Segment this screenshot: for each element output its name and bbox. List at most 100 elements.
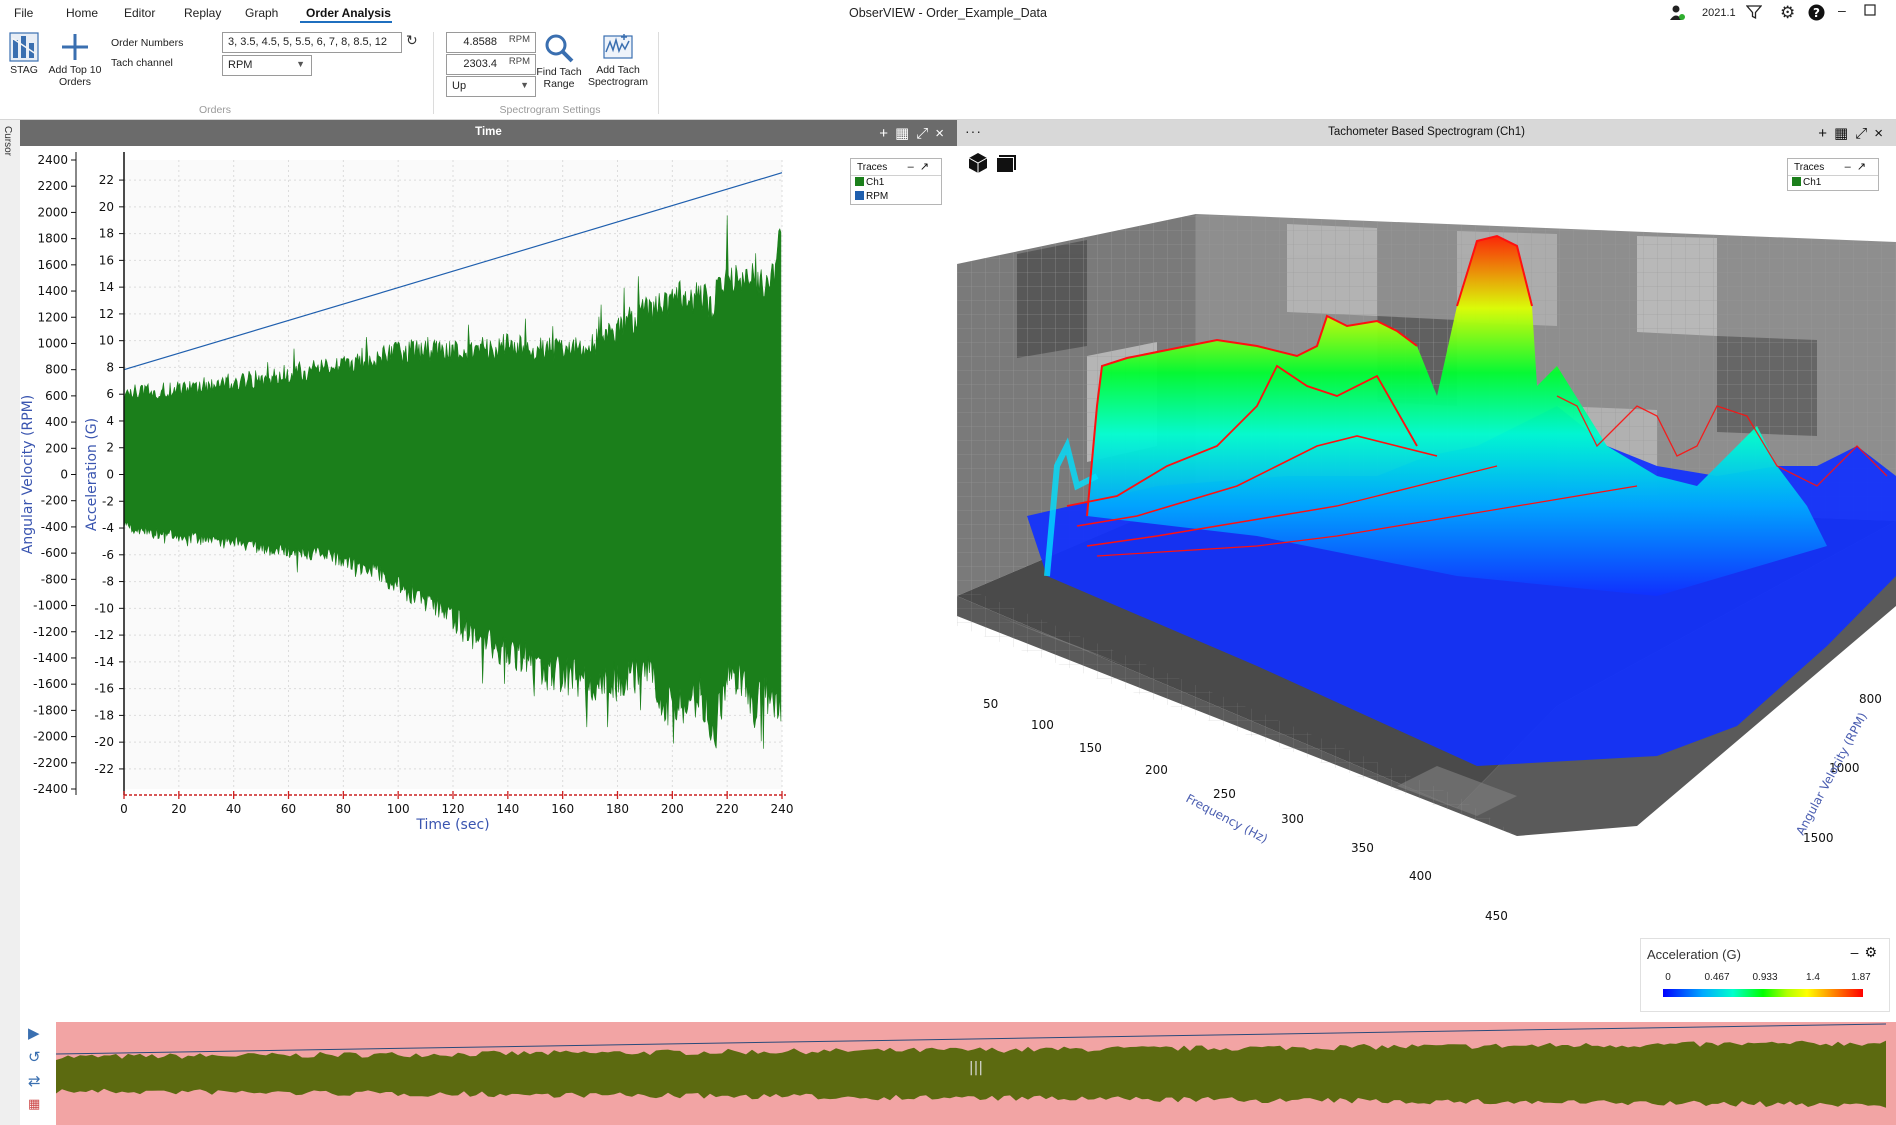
time-plot-area[interactable]: 22 20 18 16 14 12 10 8 6 4 2 0 -2 -4 -6 -8 -10 -12 -14 -16-…	[20, 146, 957, 1018]
spectrogram-icon	[603, 34, 633, 59]
tach-channel-select[interactable]: RPM ▼	[222, 55, 312, 76]
add-tach-label: Add Tach Spectrogram	[587, 64, 649, 88]
time-panel-header: Time +▦⤢×	[20, 120, 957, 146]
acceleration-colorbar[interactable]: Acceleration (G) –⚙ 0 0.467 0.933 1.4 1.…	[1640, 938, 1890, 1012]
y2-tick-label: 0	[60, 468, 68, 482]
colorbar-title: Acceleration (G)	[1647, 947, 1741, 962]
timeline-overview-chart[interactable]: |||	[56, 1022, 1896, 1125]
timeline-overview[interactable]: ▶ ↺ ⇄ ▦ |||	[20, 1018, 1896, 1125]
menu-graph[interactable]: Graph	[245, 6, 278, 20]
menu-order-analysis[interactable]: Order Analysis	[306, 6, 391, 20]
add-icon[interactable]: +	[1818, 125, 1834, 142]
window-title: ObserVIEW - Order_Example_Data	[849, 6, 1047, 20]
y2-tick-label: 2000	[37, 205, 68, 219]
x-tick-label: 180	[606, 802, 629, 816]
stag-icon	[9, 32, 39, 62]
y-tick-label: -2	[102, 494, 114, 508]
user-status-icon[interactable]	[1668, 4, 1686, 25]
y-tick-label: 6	[106, 387, 114, 401]
x-tick-label: 20	[171, 802, 186, 816]
x-tick-label: 140	[496, 802, 519, 816]
cursor-side-tab[interactable]: Cursor	[0, 120, 20, 1125]
stag-button[interactable]: STAG	[6, 32, 42, 76]
rpm-max-unit: RPM	[508, 56, 530, 67]
close-icon[interactable]: ×	[1874, 125, 1890, 142]
minimize-icon[interactable]: –	[908, 161, 920, 173]
play-icon[interactable]: ▶	[28, 1024, 40, 1042]
add-top-10-orders-button[interactable]: Add Top 10 Orders	[44, 32, 106, 88]
x-tick-label: 160	[551, 802, 574, 816]
grid-icon[interactable]: ▦	[895, 125, 916, 142]
minimize-icon[interactable]: –	[1845, 161, 1857, 173]
spectrogram-panel-title: Tachometer Based Spectrogram (Ch1)	[1328, 126, 1525, 138]
legend-item-label: RPM	[866, 191, 889, 202]
find-tach-range-button[interactable]: Find Tach Range	[536, 32, 582, 90]
minimize-icon[interactable]: –	[1851, 944, 1865, 960]
y-tick-label: -18	[94, 708, 114, 722]
3d-view-cube-icon[interactable]	[968, 153, 988, 173]
spectrogram-traces-legend[interactable]: Traces –↗ Ch1	[1787, 158, 1879, 191]
y-tick-label: 22	[99, 173, 114, 187]
rpm-tick: 800	[1859, 692, 1882, 706]
add-tach-spectrogram-button[interactable]: Add Tach Spectrogram	[586, 32, 650, 88]
gear-icon[interactable]: ⚙	[1780, 3, 1795, 23]
group-separator	[658, 32, 659, 114]
marker-icon[interactable]: ▦	[28, 1096, 40, 1112]
freq-tick: 250	[1213, 787, 1236, 801]
expand-icon[interactable]: ⤢	[1855, 125, 1874, 142]
close-icon[interactable]: ×	[935, 125, 951, 142]
rpm-max-input[interactable]: 2303.4 RPM	[446, 54, 536, 75]
y-tick-label: -16	[94, 682, 114, 696]
direction-select[interactable]: Up ▼	[446, 76, 536, 97]
refresh-icon[interactable]: ↻	[406, 32, 418, 49]
loop-icon[interactable]: ⇄	[28, 1072, 41, 1090]
magnifier-icon	[545, 34, 574, 63]
x-tick-label: 220	[716, 802, 739, 816]
menu-file[interactable]: File	[14, 6, 33, 20]
rpm-max-value: 2303.4	[463, 58, 497, 70]
help-icon[interactable]: ?	[1808, 4, 1825, 24]
expand-icon[interactable]: ⤢	[916, 125, 935, 142]
spectrogram-3d-view[interactable]: 50 100 150 200 250 300 350 400 450 Frequ…	[957, 146, 1896, 1018]
gear-icon[interactable]: ⚙	[1864, 944, 1883, 960]
x-tick-label: 240	[771, 802, 794, 816]
popout-icon[interactable]: ↗	[1857, 161, 1872, 173]
find-tach-label: Find Tach Range	[536, 66, 582, 90]
y2-tick-label: -600	[41, 546, 68, 560]
order-numbers-input[interactable]: 3, 3.5, 4.5, 5, 5.5, 6, 7, 8, 8.5, 12	[222, 32, 402, 53]
y-axis-label: Acceleration (G)	[84, 418, 100, 531]
menu-replay[interactable]: Replay	[184, 6, 221, 20]
grid-icon[interactable]: ▦	[1834, 125, 1855, 142]
rpm-min-input[interactable]: 4.8588 RPM	[446, 32, 536, 53]
menu-home[interactable]: Home	[66, 6, 98, 20]
y-tick-label: -10	[94, 601, 114, 615]
popout-icon[interactable]: ↗	[920, 161, 935, 173]
2d-view-cube-icon[interactable]	[997, 155, 1016, 172]
legend-item-ch1[interactable]: Ch1	[851, 176, 941, 190]
group-separator	[433, 32, 434, 114]
y2-tick-label: -2200	[33, 756, 68, 770]
timeline-drag-handle[interactable]: |||	[969, 1060, 983, 1076]
y2-tick-label: 800	[45, 363, 68, 377]
menu-editor[interactable]: Editor	[124, 6, 155, 20]
ribbon: STAG Add Top 10 Orders Order Numbers 3, …	[0, 28, 1896, 120]
maximize-icon[interactable]	[1864, 3, 1876, 19]
y-tick-label: -20	[94, 735, 114, 749]
time-traces-legend[interactable]: Traces –↗ Ch1 RPM	[850, 158, 942, 205]
legend-title: Traces	[1794, 162, 1825, 173]
x-axis-label: Time (sec)	[415, 817, 489, 833]
add-icon[interactable]: +	[879, 125, 895, 142]
colorbar-tick: 1.87	[1851, 972, 1871, 983]
spectrogram-plot-area[interactable]: 50 100 150 200 250 300 350 400 450 Frequ…	[957, 146, 1896, 1018]
time-chart[interactable]: 2220181614121086420-2-4-6-8-10-12-14-16-…	[20, 146, 957, 1018]
minimize-icon[interactable]: –	[1838, 2, 1846, 18]
active-tab-indicator	[300, 21, 392, 23]
filter-icon[interactable]	[1745, 4, 1763, 23]
legend-title: Traces	[857, 162, 888, 173]
y-tick-label: 2	[106, 441, 114, 455]
legend-item-rpm[interactable]: RPM	[851, 190, 941, 204]
y-tick-label: 10	[99, 334, 114, 348]
version-label: 2021.1	[1702, 7, 1736, 19]
rewind-icon[interactable]: ↺	[28, 1048, 41, 1066]
legend-item-ch1[interactable]: Ch1	[1788, 176, 1878, 190]
